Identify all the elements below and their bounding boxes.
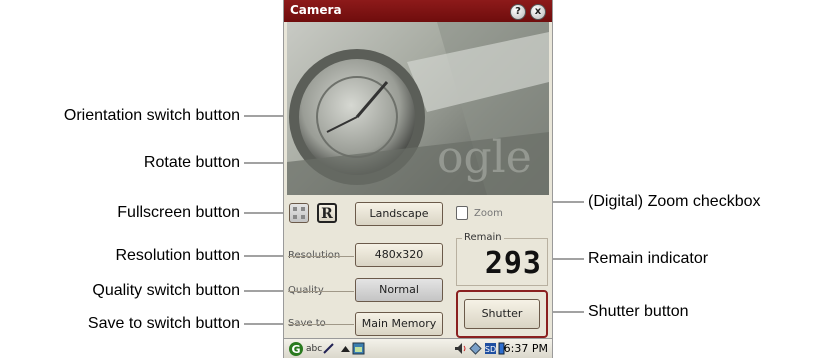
resolution-button[interactable]: 480x320	[355, 243, 443, 267]
taskbar: G abc SD 6:37 PM	[284, 338, 552, 358]
fullscreen-icon	[293, 207, 305, 219]
window-title: Camera	[290, 3, 342, 17]
callout-fullscreen: Fullscreen button	[117, 204, 240, 221]
remain-label: Remain	[462, 232, 504, 243]
close-icon[interactable]: x	[530, 4, 546, 20]
zoom-checkbox[interactable]	[456, 206, 468, 220]
help-icon[interactable]: ?	[510, 4, 526, 20]
app-icon[interactable]	[352, 342, 365, 355]
callout-shutter: Shutter button	[588, 303, 689, 320]
saveto-switch-button[interactable]: Main Memory	[355, 312, 443, 336]
sync-icon[interactable]	[469, 342, 482, 355]
remain-value: 293	[484, 246, 542, 281]
saveto-leader	[288, 324, 354, 325]
input-mode-label[interactable]: abc	[306, 344, 322, 354]
shutter-button[interactable]: Shutter	[464, 299, 540, 329]
start-icon[interactable]: G	[288, 341, 304, 357]
quality-leader	[288, 291, 354, 292]
fullscreen-button[interactable]	[289, 203, 309, 223]
callout-rotate: Rotate button	[143, 154, 240, 171]
svg-text:G: G	[291, 343, 300, 356]
svg-text:SD: SD	[485, 345, 496, 354]
callout-resolution: Resolution button	[115, 247, 240, 264]
camera-viewfinder: ogle	[287, 22, 549, 195]
card-icon[interactable]: SD	[484, 342, 497, 355]
viewfinder-preview-image: ogle	[287, 22, 549, 195]
callout-orientation: Orientation switch button	[63, 107, 240, 124]
callout-zoom: (Digital) Zoom checkbox	[588, 193, 761, 210]
up-arrow-icon[interactable]	[339, 342, 352, 355]
camera-app-window: Camera ? x ogle R Landscape Zoom 480x320…	[284, 0, 552, 358]
pen-icon[interactable]	[322, 342, 335, 355]
callout-quality: Quality switch button	[92, 282, 240, 299]
callout-saveto: Save to switch button	[87, 315, 240, 332]
orientation-switch-button[interactable]: Landscape	[355, 202, 443, 226]
quality-switch-button[interactable]: Normal	[355, 278, 443, 302]
zoom-label: Zoom	[474, 208, 503, 219]
title-bar: Camera ? x	[284, 0, 552, 22]
callout-remain: Remain indicator	[588, 250, 709, 267]
svg-text:ogle: ogle	[437, 132, 532, 183]
speaker-icon[interactable]	[454, 342, 467, 355]
clock[interactable]: 6:37 PM	[504, 342, 548, 355]
rotate-button[interactable]: R	[317, 203, 337, 223]
resolution-leader	[288, 256, 354, 257]
